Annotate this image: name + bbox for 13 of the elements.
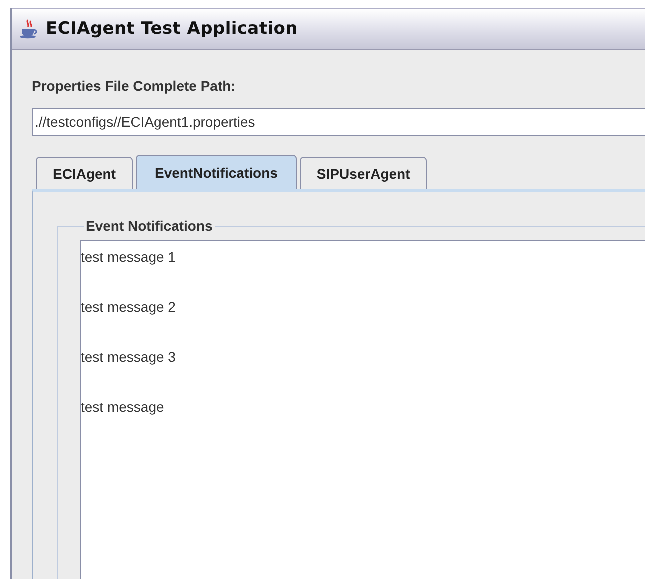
coffee-cup-icon bbox=[18, 18, 40, 40]
path-label: Properties File Complete Path: bbox=[32, 78, 237, 94]
message-line: test message bbox=[81, 398, 166, 417]
tab[interactable]: EventNotifications bbox=[136, 155, 297, 189]
path-field[interactable]: .//testconfigs//ECIAgent1.properties bbox=[32, 108, 645, 136]
tab[interactable]: ECIAgent bbox=[36, 157, 133, 189]
tab[interactable]: SIPUserAgent bbox=[300, 157, 428, 189]
group-title: Event Notifications bbox=[85, 218, 214, 234]
message-line: test message 1 bbox=[81, 248, 177, 267]
window-title: ECIAgent Test Application bbox=[46, 19, 298, 39]
message-line: test message 2 bbox=[81, 298, 177, 317]
text-area[interactable]: test message 1 test message 2 test message 3 test message bbox=[80, 240, 645, 579]
message-line: test message 3 bbox=[81, 348, 177, 367]
